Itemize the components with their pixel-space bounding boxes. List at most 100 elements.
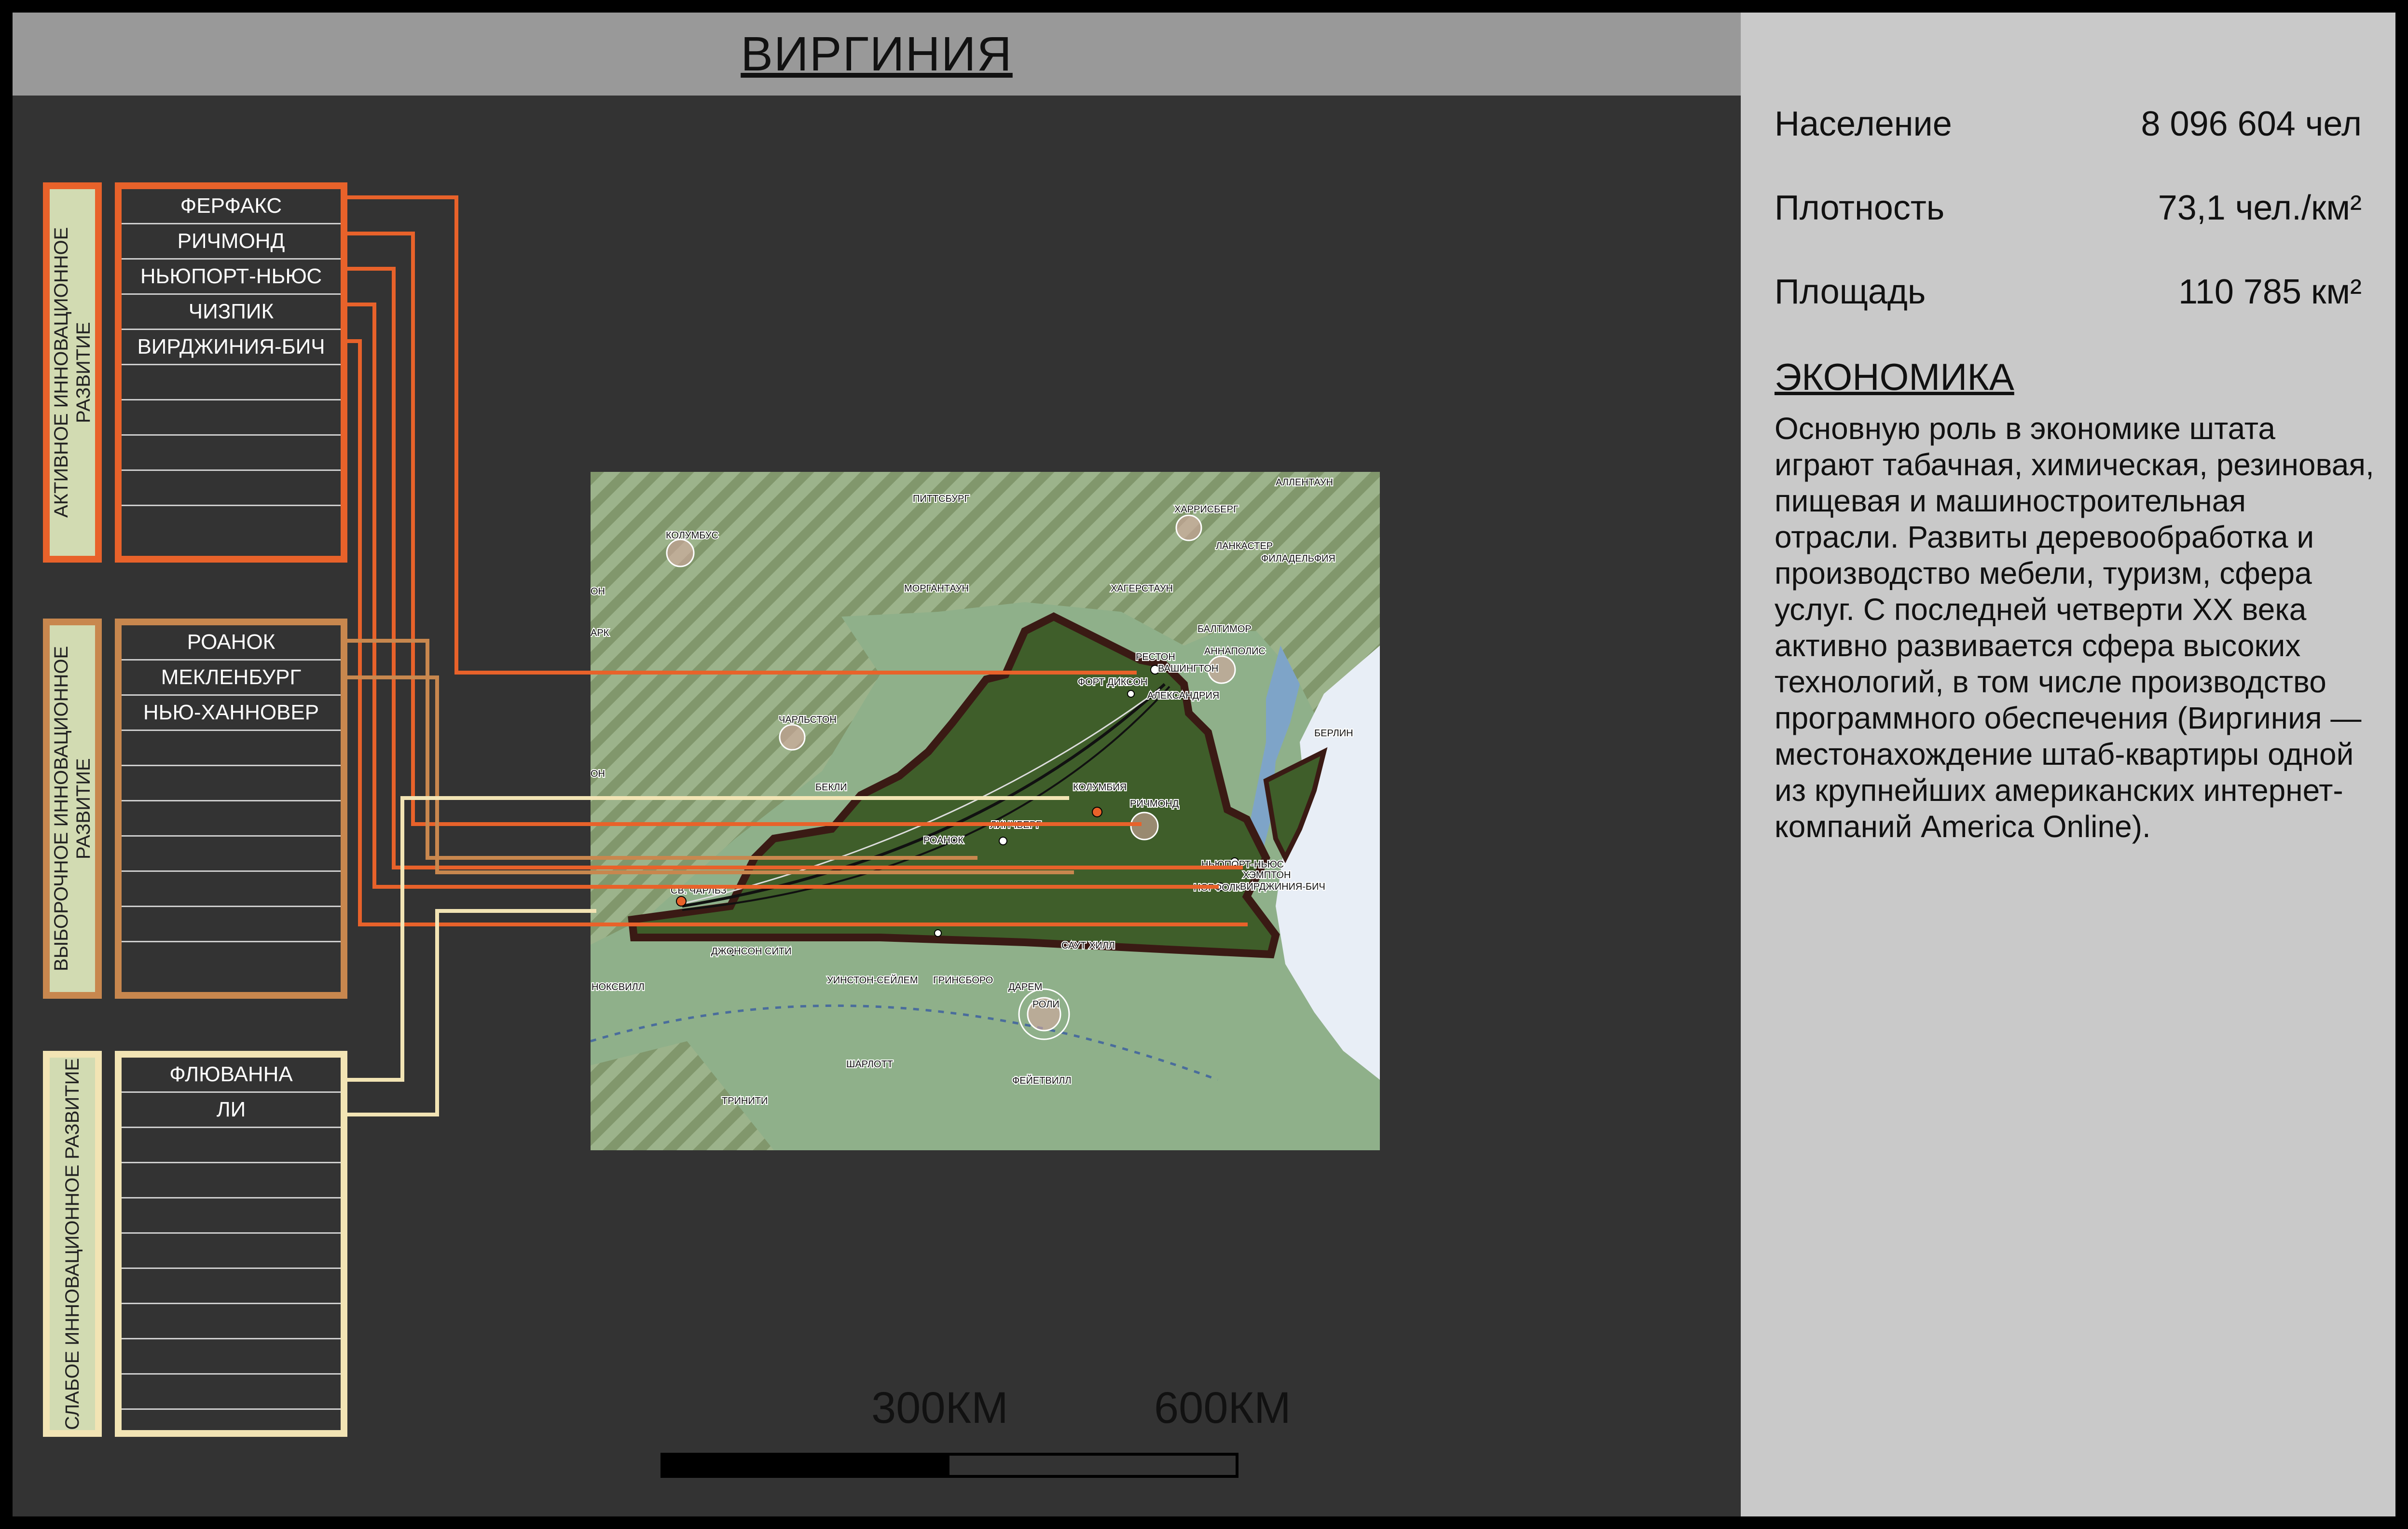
stat-label: Население bbox=[1775, 105, 1952, 143]
city-dot bbox=[1127, 690, 1135, 698]
map-label-trinity: ТРИНИТИ bbox=[722, 1096, 768, 1106]
group-label-active-text: АКТИВНОЕ ИННОВАЦИОННОЕ РАЗВИТИЕ bbox=[51, 227, 94, 518]
list-item-empty bbox=[122, 942, 341, 978]
map-label-lancaster: ЛАНКАСТЕР bbox=[1216, 541, 1273, 551]
list-item-empty bbox=[122, 1410, 341, 1445]
map-label-knoxville: НОКСВИЛЛ bbox=[592, 982, 645, 992]
map-label-norfolk: НОРФОЛК bbox=[1194, 882, 1241, 893]
scale-label-600: 600КМ bbox=[1154, 1383, 1291, 1433]
city-ring bbox=[779, 724, 806, 751]
list-item: НЬЮ-ХАННОВЕР bbox=[122, 696, 341, 731]
stat-value: 73,1 чел./км² bbox=[2158, 189, 2362, 227]
map-label-johnson-city: ДЖОНСОН СИТИ bbox=[711, 946, 792, 957]
map-label-beckley: БЕКЛИ bbox=[815, 782, 847, 793]
list-item-empty bbox=[122, 1304, 341, 1339]
list-item-empty bbox=[122, 471, 341, 506]
page-title: ВИРГИНИЯ bbox=[741, 27, 1013, 81]
list-item-empty bbox=[122, 1375, 341, 1410]
stat-label: Площадь bbox=[1775, 273, 1926, 311]
list-item: РИЧМОНД bbox=[122, 224, 341, 260]
stat-population: Население 8 096 604 чел bbox=[1775, 104, 2362, 144]
group-label-weak: СЛАБОЕ ИННОВАЦИОННОЕ РАЗВИТИЕ bbox=[43, 1051, 102, 1437]
list-item: ЛИ bbox=[122, 1093, 341, 1128]
map-label-columbia: КОЛУМБИЯ bbox=[1073, 782, 1127, 793]
poster-frame: ВИРГИНИЯ АКТИВНОЕ ИННОВАЦИОННОЕ РАЗВИТИЕ… bbox=[13, 13, 2395, 1516]
map-label-fayetteville: ФЕЙЕТВИЛЛ bbox=[1012, 1074, 1071, 1086]
list-item: РОАНОК bbox=[122, 625, 341, 661]
city-ring bbox=[1130, 812, 1159, 840]
group-label-selective-text: ВЫБОРОЧНОЕ ИННОВАЦИОННОЕ РАЗВИТИЕ bbox=[51, 646, 94, 972]
city-dot bbox=[934, 929, 942, 937]
list-item-empty bbox=[122, 766, 341, 801]
list-item-empty bbox=[122, 1339, 341, 1375]
map-label-virginia-beach: ВИРДЖИНИЯ-БИЧ bbox=[1240, 882, 1325, 892]
city-dot bbox=[1092, 807, 1102, 817]
map-label-allentown: АЛЛЕНТАУН bbox=[1276, 477, 1333, 488]
stat-label: Плотность bbox=[1775, 189, 1945, 227]
group-label-weak-text: СЛАБОЕ ИННОВАЦИОННОЕ РАЗВИТИЕ bbox=[62, 1058, 83, 1430]
group-list-active: ФЕРФАКС РИЧМОНД НЬЮПОРТ-НЬЮС ЧИЗПИК ВИРД… bbox=[115, 182, 347, 563]
map-label-greensboro: ГРИНСБОРО bbox=[933, 975, 993, 986]
map-label-charleston: ЧАРЛЬСТОН bbox=[779, 715, 837, 725]
connector-lee bbox=[347, 909, 596, 1116]
info-panel: Население 8 096 604 чел Плотность 73,1 ч… bbox=[1741, 13, 2395, 1516]
map-label-raleigh: РОЛИ bbox=[1032, 999, 1060, 1010]
map-label-baltimore: БАЛТИМОР bbox=[1197, 624, 1252, 634]
list-item-empty bbox=[122, 365, 341, 400]
map-label-berlin: БЕРЛИН bbox=[1314, 728, 1353, 739]
list-item-empty bbox=[122, 506, 341, 541]
map-label-charlotte: ШАРЛОТТ bbox=[846, 1059, 893, 1070]
city-dot bbox=[999, 837, 1007, 845]
group-list-selective: РОАНОК МЕКЛЕНБУРГ НЬЮ-ХАННОВЕР bbox=[115, 619, 347, 999]
map-label-pittsburgh: ПИТТСБУРГ bbox=[913, 494, 969, 504]
map-label-reston: РЕСТОН bbox=[1136, 652, 1175, 662]
map-label-south-hill: САУТ ХИЛЛ bbox=[1061, 940, 1115, 951]
list-item-empty bbox=[122, 801, 341, 837]
group-list-weak: ФЛЮВАННА ЛИ bbox=[115, 1051, 347, 1437]
map-label-durham: ДАРЕМ bbox=[1008, 982, 1042, 992]
map-label-on1: ОН bbox=[591, 586, 605, 597]
list-item-empty bbox=[122, 1128, 341, 1163]
map-label-morgantown: МОРГАНТАУН bbox=[904, 583, 969, 594]
map-label-fort: ФОРТ ДИКСОН bbox=[1078, 677, 1147, 688]
scale-bar-fill bbox=[663, 1456, 949, 1475]
map-svg: ПИТТСБУРГ ХАРРИСБЕРГ АЛЛЕНТАУН КОЛУМБУС … bbox=[591, 472, 1380, 1150]
map-label-winston: УИНСТОН-СЕЙЛЕМ bbox=[827, 974, 918, 986]
map-label-ark: АРК bbox=[591, 628, 609, 638]
map-label-philadelphia: ФИЛАДЕЛЬФИЯ bbox=[1261, 553, 1335, 564]
map-label-roanoke: РОАНОК bbox=[923, 835, 963, 846]
map-label-annapolis: АННАПОЛИС bbox=[1204, 646, 1266, 657]
list-item-empty bbox=[122, 837, 341, 872]
map-label-lynchburg: ЛИНЧБЕРГ bbox=[990, 820, 1041, 830]
economy-text: Основную роль в экономике штата играют т… bbox=[1775, 411, 2374, 844]
map-label-hagerstown: ХАГЕРСТАУН bbox=[1111, 583, 1173, 594]
list-item-empty bbox=[122, 872, 341, 907]
map-label-harrisburg: ХАРРИСБЕРГ bbox=[1174, 504, 1238, 515]
city-ring bbox=[666, 538, 695, 567]
list-item-empty bbox=[122, 1163, 341, 1198]
city-dot bbox=[676, 896, 687, 907]
stat-value: 8 096 604 чел bbox=[2141, 105, 2362, 143]
list-item-empty bbox=[122, 400, 341, 436]
title-bar: ВИРГИНИЯ bbox=[13, 13, 1741, 96]
list-item: НЬЮПОРТ-НЬЮС bbox=[122, 260, 341, 295]
list-item: ФЕРФАКС bbox=[122, 189, 341, 224]
map-label-hampton: ХЭМПТОН bbox=[1243, 870, 1291, 881]
list-item: ЧИЗПИК bbox=[122, 295, 341, 330]
group-label-active: АКТИВНОЕ ИННОВАЦИОННОЕ РАЗВИТИЕ bbox=[43, 182, 102, 563]
map-label-richmond: РИЧМОНД bbox=[1130, 799, 1179, 809]
list-item-empty bbox=[122, 731, 341, 766]
city-ring bbox=[1175, 514, 1202, 541]
list-item-empty bbox=[122, 907, 341, 942]
list-item: МЕКЛЕНБУРГ bbox=[122, 661, 341, 696]
stat-area: Площадь 110 785 км² bbox=[1775, 272, 2362, 312]
economy-heading: ЭКОНОМИКА bbox=[1775, 356, 2014, 398]
scale-bar bbox=[660, 1453, 1238, 1478]
list-item-empty bbox=[122, 1234, 341, 1269]
group-label-selective: ВЫБОРОЧНОЕ ИННОВАЦИОННОЕ РАЗВИТИЕ bbox=[43, 619, 102, 999]
list-item-empty bbox=[122, 1269, 341, 1304]
map-label-washington: ВАШИНГТОН bbox=[1158, 663, 1218, 674]
map-label-newport: НЬЮПОРТ-НЬЮС bbox=[1201, 859, 1284, 870]
list-item: ФЛЮВАННА bbox=[122, 1058, 341, 1093]
list-item-empty bbox=[122, 436, 341, 471]
